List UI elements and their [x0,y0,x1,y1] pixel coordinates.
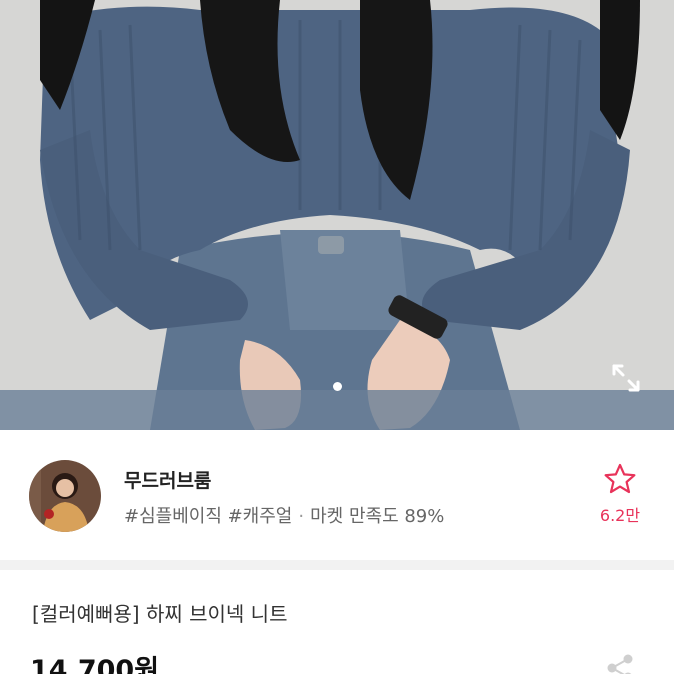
section-divider [0,560,674,570]
meta-separator: · [298,506,305,527]
product-image[interactable] [0,0,674,430]
product-title: [컬러예뻐용] 하찌 브이넥 니트 [32,602,288,626]
seller-meta: #심플베이직 #캐주얼 · 마켓 만족도 89% [124,502,444,528]
star-outline-icon [604,463,636,494]
product-price: 14,700원 [30,655,160,674]
slide-indicator [0,382,674,394]
seller-tags[interactable]: #심플베이직 #캐주얼 [124,506,292,527]
share-icon[interactable] [604,652,636,674]
slide-dot-active[interactable] [332,382,342,391]
seller-avatar[interactable] [29,460,101,532]
seller-section [0,430,674,560]
favorite-button[interactable]: 6.2만 [590,462,650,532]
expand-icon[interactable] [606,358,646,398]
product-photo [0,0,674,430]
favorite-count: 6.2만 [599,506,641,525]
market-satisfaction: 마켓 만족도 89% [310,506,445,527]
seller-name[interactable]: 무드러브룸 [124,466,211,493]
